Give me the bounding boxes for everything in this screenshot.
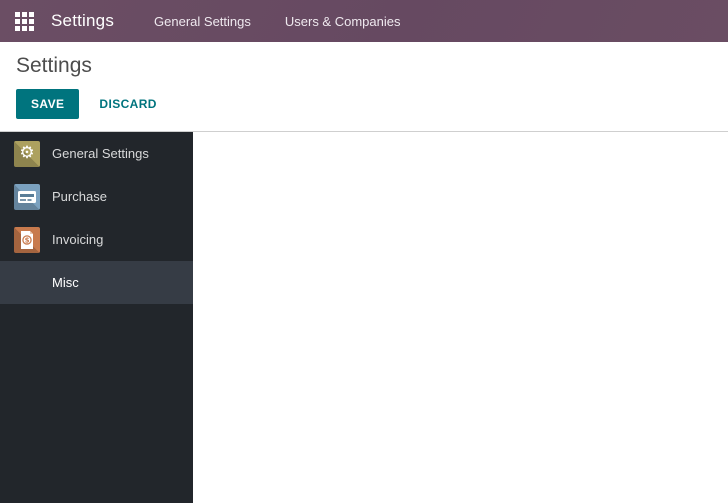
top-navbar: Settings General Settings Users & Compan… bbox=[0, 0, 728, 42]
settings-content-pane bbox=[193, 132, 728, 503]
menu-item-general-settings[interactable]: General Settings bbox=[154, 2, 251, 41]
svg-text:$: $ bbox=[25, 236, 30, 244]
action-button-row: SAVE DISCARD bbox=[16, 89, 712, 119]
settings-sidebar: ⚙ General Settings Purchase $ Invoicing … bbox=[0, 132, 193, 503]
menu-item-users-companies[interactable]: Users & Companies bbox=[285, 2, 401, 41]
sidebar-item-purchase[interactable]: Purchase bbox=[0, 175, 193, 218]
top-menu: General Settings Users & Companies bbox=[154, 2, 400, 41]
invoice-dollar-icon: $ bbox=[14, 226, 40, 253]
page-header: Settings SAVE DISCARD bbox=[0, 42, 728, 131]
gear-icon: ⚙ bbox=[14, 140, 40, 167]
app-title[interactable]: Settings bbox=[51, 11, 114, 31]
page-title: Settings bbox=[16, 54, 92, 77]
credit-card-icon bbox=[14, 183, 40, 210]
sidebar-item-invoicing[interactable]: $ Invoicing bbox=[0, 218, 193, 261]
apps-grid-icon bbox=[14, 11, 34, 31]
sidebar-item-label: Misc bbox=[52, 275, 79, 290]
sidebar-item-label: Invoicing bbox=[52, 232, 104, 247]
sidebar-item-label: General Settings bbox=[52, 146, 149, 161]
apps-menu-button[interactable] bbox=[10, 7, 38, 35]
sidebar-item-general-settings[interactable]: ⚙ General Settings bbox=[0, 132, 193, 175]
sidebar-item-label: Purchase bbox=[52, 189, 107, 204]
sidebar-item-misc[interactable]: Misc bbox=[0, 261, 193, 304]
save-button[interactable]: SAVE bbox=[16, 89, 80, 119]
settings-body: ⚙ General Settings Purchase $ Invoicing … bbox=[0, 131, 728, 503]
discard-button[interactable]: DISCARD bbox=[87, 89, 168, 119]
